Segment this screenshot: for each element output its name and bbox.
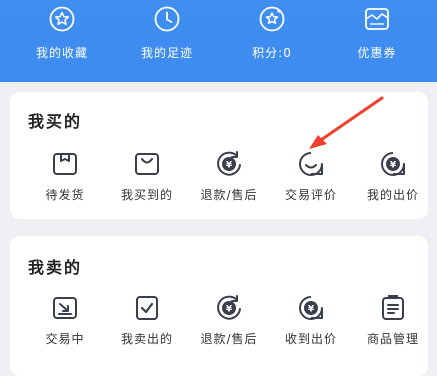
header-item-footprints[interactable]: 我的足迹 (117, 0, 217, 82)
points-icon (259, 6, 285, 32)
grid-item-trading[interactable]: 交易中 (24, 294, 106, 356)
header-item-favorites[interactable]: 我的收藏 (12, 0, 112, 82)
grid-item-refund[interactable]: ¥ 退款/售后 (188, 150, 270, 212)
package-icon (53, 153, 77, 175)
coupon-icon (365, 8, 389, 30)
header-item-label: 我的收藏 (35, 46, 88, 60)
grid-item-bought[interactable]: 我买到的 (106, 150, 188, 212)
trading-icon (53, 297, 77, 319)
grid-item-label: 我的出价 (366, 188, 419, 202)
grid-item-pending-shipment[interactable]: 待发货 (24, 150, 106, 212)
header-item-label: 我的足迹 (140, 46, 193, 60)
profile-header: 我的收藏 我的足迹 积分:0 优惠券 (0, 0, 437, 82)
sold-section-card: 我卖的 交易中 我卖出的 ¥ 退款/售后 ¥ 收到出价 商品管理 (10, 236, 428, 376)
svg-text:¥: ¥ (390, 161, 397, 171)
product-manage-icon (382, 295, 404, 320)
grid-item-trade-review[interactable]: 交易评价 (270, 150, 352, 212)
header-item-label: 优惠券 (357, 46, 397, 60)
header-item-label: 积分:0 (252, 46, 292, 60)
chat-review-icon (299, 152, 323, 176)
grid-item-label: 退款/售后 (200, 332, 258, 346)
refund-icon: ¥ (217, 151, 241, 176)
grid-item-label: 退款/售后 (200, 188, 258, 202)
header-item-coupons[interactable]: 优惠券 (327, 0, 427, 82)
grid-item-received-bids[interactable]: ¥ 收到出价 (270, 294, 352, 356)
grid-item-label: 待发货 (45, 188, 85, 202)
grid-item-label: 交易中 (45, 332, 85, 346)
header-item-points[interactable]: 积分:0 (222, 0, 322, 82)
svg-text:¥: ¥ (308, 305, 315, 315)
svg-text:¥: ¥ (226, 161, 233, 171)
grid-item-product-management[interactable]: 商品管理 (352, 294, 434, 356)
bought-section-card: 我买的 待发货 我买到的 ¥ 退款/售后 交易评价 ¥ 我的出价 (10, 92, 428, 219)
grid-item-sold[interactable]: 我卖出的 (106, 294, 188, 356)
grid-item-label: 收到出价 (284, 332, 337, 346)
shopping-bag-icon (135, 153, 159, 175)
bought-section-title: 我买的 (28, 112, 83, 131)
sold-section-title: 我卖的 (28, 258, 83, 277)
clock-icon (154, 6, 180, 32)
svg-text:¥: ¥ (226, 305, 233, 315)
star-icon (49, 6, 75, 32)
grid-item-label: 我买到的 (120, 188, 173, 202)
refund-icon: ¥ (217, 295, 241, 320)
bid-icon: ¥ (381, 152, 405, 176)
grid-item-label: 商品管理 (366, 332, 419, 346)
grid-item-refund[interactable]: ¥ 退款/售后 (188, 294, 270, 356)
grid-item-my-bids[interactable]: ¥ 我的出价 (352, 150, 434, 212)
sold-icon (136, 296, 158, 320)
grid-item-label: 我卖出的 (120, 332, 173, 346)
grid-item-label: 交易评价 (284, 188, 337, 202)
received-bid-icon: ¥ (299, 296, 323, 320)
